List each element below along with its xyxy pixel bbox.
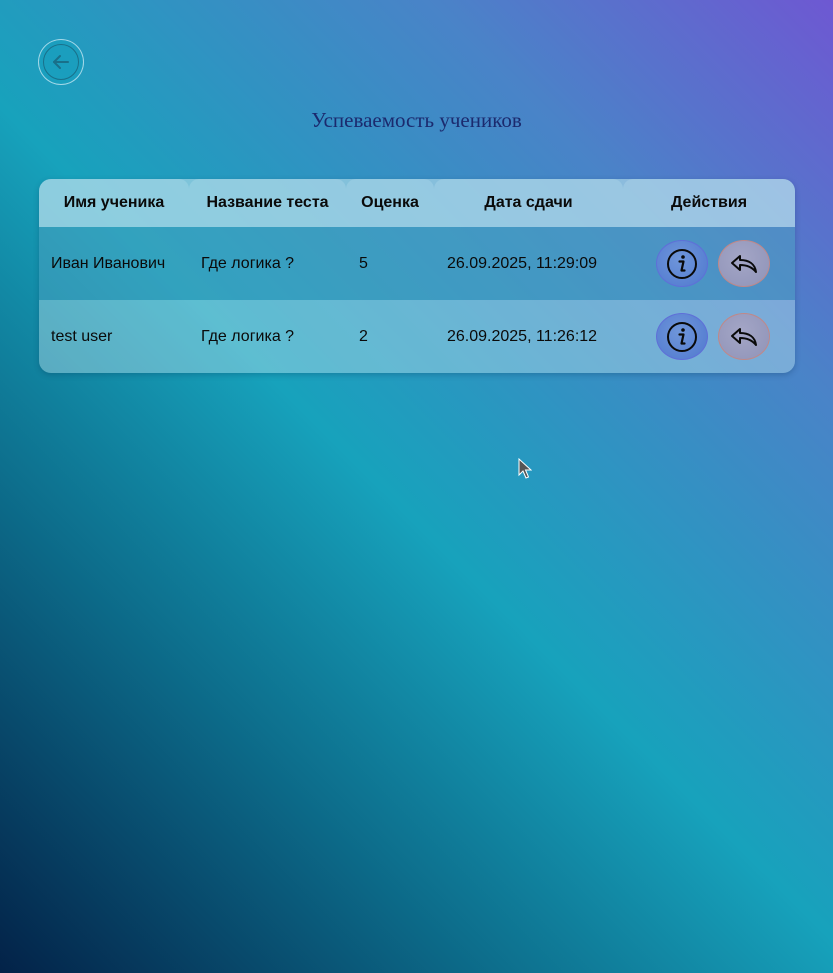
student-name-cell: test user [51, 327, 113, 345]
column-header-date: Дата сдачи [434, 179, 623, 227]
mouse-cursor-icon [518, 458, 532, 479]
info-icon [667, 248, 697, 279]
info-button[interactable] [656, 313, 708, 360]
grade-cell: 5 [359, 254, 368, 272]
actions-cell [623, 313, 795, 360]
arrow-left-circle-icon [43, 44, 79, 80]
info-button[interactable] [656, 240, 708, 287]
info-icon [667, 321, 697, 352]
date-cell: 26.09.2025, 11:26:12 [447, 327, 598, 345]
page-title: Успеваемость учеников [311, 108, 522, 132]
test-name-cell: Где логика ? [201, 327, 295, 345]
reply-button[interactable] [718, 313, 770, 360]
column-header-name: Имя ученика [39, 179, 189, 227]
results-table: Имя ученика Название теста Оценка Дата с… [39, 179, 795, 373]
student-name-cell: Иван Иванович [51, 254, 166, 272]
date-cell: 26.09.2025, 11:29:09 [447, 254, 598, 272]
table-header: Имя ученика Название теста Оценка Дата с… [39, 179, 795, 227]
reply-button[interactable] [718, 240, 770, 287]
table-row: Иван Иванович Где логика ? 5 26.09.2025,… [39, 227, 795, 300]
test-name-cell: Где логика ? [201, 254, 295, 272]
column-header-actions: Действия [623, 179, 795, 227]
actions-cell [623, 240, 795, 287]
back-button[interactable] [38, 39, 84, 85]
reply-icon [731, 327, 757, 346]
reply-icon [731, 254, 757, 273]
column-header-test: Название теста [189, 179, 346, 227]
table-row: test user Где логика ? 2 26.09.2025, 11:… [39, 300, 795, 373]
column-header-grade: Оценка [346, 179, 434, 227]
grade-cell: 2 [359, 327, 368, 345]
